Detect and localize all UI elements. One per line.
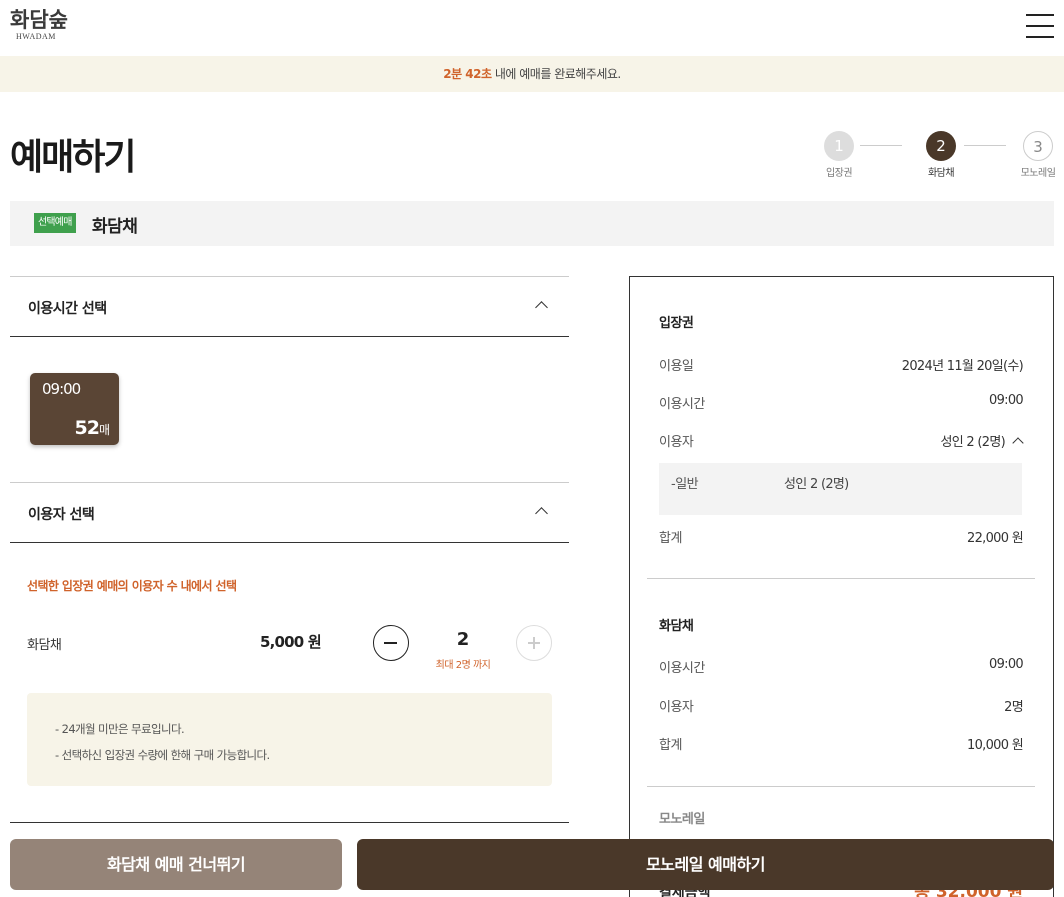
skip-button[interactable]: 화담채 예매 건너뛰기	[10, 839, 342, 890]
step-monorail: 3 모노레일	[1010, 131, 1064, 179]
next-step-button[interactable]: 모노레일 예매하기	[357, 839, 1054, 890]
time-slot-count: 52매	[74, 417, 111, 439]
order-summary: 입장권 이용일 2024년 11월 20일(수) 이용시간 09:00 이용자 …	[629, 276, 1054, 897]
user-note: 선택한 입장권 예매의 이용자 수 내에서 선택	[27, 579, 237, 593]
hamburger-icon[interactable]	[1026, 14, 1054, 38]
header: 화담숲 HWADAM	[0, 0, 1064, 56]
chevron-up-icon[interactable]	[535, 505, 549, 519]
info-box: 24개월 미만은 무료입니다. 선택하신 입장권 수량에 한해 구매 가능합니다…	[27, 693, 552, 786]
summary-value: 09:00	[989, 393, 1024, 408]
section-title: 이용자 선택	[28, 507, 95, 523]
quantity-value: 2	[456, 629, 470, 650]
logo-subtext: HWADAM	[16, 32, 56, 41]
summary-value: 2024년 11월 20일(수)	[901, 359, 1024, 374]
divider	[647, 786, 1035, 787]
summary-value: 09:00	[989, 657, 1024, 672]
divider	[647, 578, 1035, 579]
booking-form: 이용시간 선택 09:00 52매 이용자 선택 선택한 입장권 예매의 이용자…	[10, 276, 569, 823]
summary-section-title: 모노레일	[659, 812, 705, 827]
selected-item-name: 화담채	[92, 217, 138, 237]
timer-message: 내에 예매를 완료해주세요.	[491, 67, 621, 81]
summary-key: 이용시간	[659, 397, 705, 412]
step-number: 1	[824, 131, 854, 161]
progress-stepper: 1 입장권 2 화담채 3 모노레일	[814, 131, 1056, 181]
item-label: 화담채	[27, 638, 62, 653]
divider	[10, 822, 569, 823]
summary-value: 2명	[1004, 700, 1024, 715]
quantity-max-note: 최대 2명 까지	[435, 660, 491, 671]
section-title: 이용시간 선택	[28, 301, 107, 317]
step-label: 화담채	[927, 168, 955, 179]
summary-key: 이용자	[659, 700, 694, 715]
timer-countdown: 2분 42초	[443, 67, 492, 81]
summary-value: 22,000 원	[967, 531, 1024, 546]
summary-sub-key: -일반	[671, 477, 699, 492]
page-title: 예매하기	[10, 137, 136, 178]
time-slot-list: 09:00 52매	[10, 337, 569, 482]
user-section-header[interactable]: 이용자 선택	[10, 482, 569, 543]
time-section-header[interactable]: 이용시간 선택	[10, 276, 569, 337]
logo[interactable]: 화담숲 HWADAM	[10, 8, 68, 42]
step-ticket: 1 입장권	[814, 131, 864, 179]
logo-text: 화담숲	[10, 7, 68, 32]
user-selection: 선택한 입장권 예매의 이용자 수 내에서 선택 화담채 5,000 원 2 최…	[10, 543, 569, 823]
summary-value: 10,000 원	[967, 738, 1024, 753]
step-number: 2	[926, 131, 956, 161]
summary-key: 이용자	[659, 435, 694, 450]
step-number: 3	[1023, 131, 1053, 161]
summary-key: 이용일	[659, 359, 694, 374]
step-label: 모노레일	[1020, 168, 1056, 179]
time-slot-time: 09:00	[42, 380, 81, 398]
summary-sub-detail: -일반 성인 2 (2명)	[659, 463, 1022, 515]
selected-item-bar: 선택예매 화담채	[10, 201, 1054, 246]
time-slot-card[interactable]: 09:00 52매	[30, 373, 119, 445]
step-hwadam: 2 화담채	[916, 131, 966, 179]
summary-user-toggle[interactable]: 성인 2 (2명)	[940, 431, 1023, 450]
selection-badge: 선택예매	[34, 213, 76, 233]
summary-key: 합계	[659, 738, 682, 753]
info-item: 선택하신 입장권 수량에 한해 구매 가능합니다.	[55, 742, 271, 768]
info-item: 24개월 미만은 무료입니다.	[55, 716, 270, 742]
summary-section-title: 화담채	[659, 619, 694, 634]
chevron-up-icon[interactable]	[1013, 436, 1023, 446]
summary-sub-value: 성인 2 (2명)	[784, 477, 849, 492]
step-label: 입장권	[825, 168, 853, 179]
stepper-divider	[964, 145, 1006, 146]
minus-icon[interactable]	[373, 625, 409, 661]
summary-key: 합계	[659, 531, 682, 546]
summary-section-title: 입장권	[659, 316, 694, 331]
item-price: 5,000 원	[260, 633, 322, 651]
chevron-up-icon[interactable]	[535, 299, 549, 313]
plus-icon[interactable]	[516, 625, 552, 661]
summary-key: 이용시간	[659, 661, 705, 676]
stepper-divider	[860, 145, 902, 146]
timer-banner: 2분 42초 내에 예매를 완료해주세요.	[0, 56, 1064, 92]
